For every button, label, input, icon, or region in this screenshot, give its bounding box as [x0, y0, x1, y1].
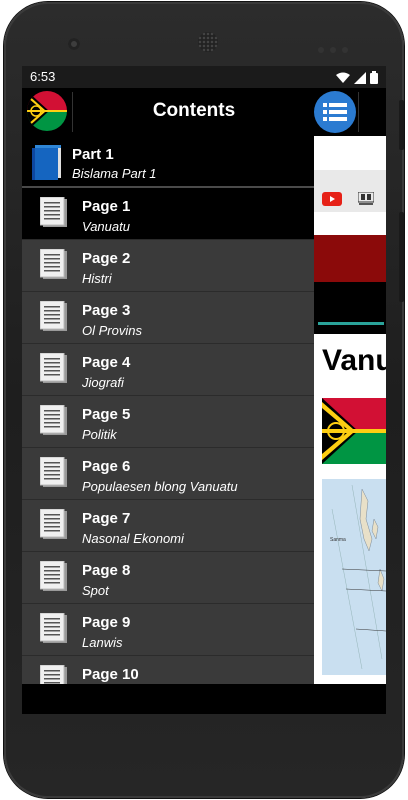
page-subtitle: Spot: [82, 583, 109, 598]
page-title: Page 7: [82, 510, 131, 527]
navigation-drawer: Part 1 Bislama Part 1 Page 1 Vanuatu Pag…: [22, 136, 314, 684]
vanuatu-flag-image: [322, 398, 386, 464]
signal-icon: [354, 71, 366, 84]
part-subtitle: Bislama Part 1: [72, 166, 157, 181]
list-item-page-2[interactable]: Page 2 Histri: [22, 240, 314, 292]
page-subtitle: Nasonal Ekonomi: [82, 531, 184, 546]
earpiece-speaker: [198, 32, 218, 52]
page-title: Page 9: [82, 614, 131, 631]
page-title: Page 5: [82, 406, 131, 423]
page-title: Page 10: [82, 666, 139, 683]
map-label-sanma: Sanma: [330, 537, 346, 543]
list-item-page-9[interactable]: Page 9 Lanwis: [22, 604, 314, 656]
list-menu-icon: [323, 103, 347, 121]
wifi-icon: [336, 72, 350, 83]
sensors: [318, 40, 358, 53]
status-time: 6:53: [30, 69, 56, 84]
battery-icon: [370, 71, 378, 84]
page-icon: [40, 353, 67, 383]
part-title: Part 1: [72, 146, 114, 163]
page-icon: [40, 665, 67, 684]
toolbar-divider-right: [358, 92, 359, 132]
web-heading: Vanu: [322, 344, 386, 377]
page-title: Page 1: [82, 198, 131, 215]
page-title: Page 3: [82, 302, 131, 319]
page-title: Page 6: [82, 458, 131, 475]
page-subtitle: Histri: [82, 271, 112, 286]
page-subtitle: Ol Provins: [82, 323, 142, 338]
screen: 6:53 Contents Vanu Sanma Part 1 Bislama …: [22, 66, 386, 714]
list-item-page-1[interactable]: Page 1 Vanuatu: [22, 188, 314, 240]
part-header[interactable]: Part 1 Bislama Part 1: [22, 136, 314, 188]
book-icon: [32, 145, 61, 180]
page-title: Page 4: [82, 354, 131, 371]
front-camera: [68, 38, 80, 50]
power-button: [399, 100, 404, 150]
youtube-icon[interactable]: [322, 192, 342, 206]
page-title: Page 8: [82, 562, 131, 579]
list-menu-button[interactable]: [314, 91, 356, 133]
page-subtitle: Politik: [82, 427, 117, 442]
web-banner-red: [314, 235, 386, 282]
page-icon: [40, 197, 67, 227]
list-item-page-10[interactable]: Page 10: [22, 656, 314, 684]
vanuatu-map-image: Sanma: [322, 479, 386, 675]
site-logo-icon[interactable]: [358, 192, 374, 206]
list-item-page-5[interactable]: Page 5 Politik: [22, 396, 314, 448]
system-nav-bar: [22, 684, 386, 714]
page-icon: [40, 301, 67, 331]
page-icon: [40, 457, 67, 487]
list-item-page-6[interactable]: Page 6 Populaesen blong Vanuatu: [22, 448, 314, 500]
list-item-page-8[interactable]: Page 8 Spot: [22, 552, 314, 604]
page-icon: [40, 509, 67, 539]
web-banner-black: [314, 282, 386, 334]
vanuatu-flag-icon[interactable]: [27, 91, 67, 131]
page-title: Page 2: [82, 250, 131, 267]
page-subtitle: Jiografi: [82, 375, 124, 390]
app-toolbar: Contents: [22, 88, 386, 136]
web-accent-line: [318, 322, 384, 325]
status-bar: 6:53: [22, 66, 386, 88]
page-icon: [40, 561, 67, 591]
webpage-content[interactable]: Vanu Sanma: [314, 136, 386, 686]
toolbar-title: Contents: [152, 100, 236, 121]
toolbar-divider-left: [72, 92, 73, 132]
page-icon: [40, 613, 67, 643]
list-item-page-7[interactable]: Page 7 Nasonal Ekonomi: [22, 500, 314, 552]
list-item-page-4[interactable]: Page 4 Jiografi: [22, 344, 314, 396]
page-subtitle: Vanuatu: [82, 219, 130, 234]
page-subtitle: Populaesen blong Vanuatu: [82, 479, 238, 494]
page-icon: [40, 405, 67, 435]
status-icons: [336, 71, 378, 84]
page-subtitle: Lanwis: [82, 635, 123, 650]
page-icon: [40, 249, 67, 279]
volume-button: [399, 212, 404, 302]
list-item-page-3[interactable]: Page 3 Ol Provins: [22, 292, 314, 344]
